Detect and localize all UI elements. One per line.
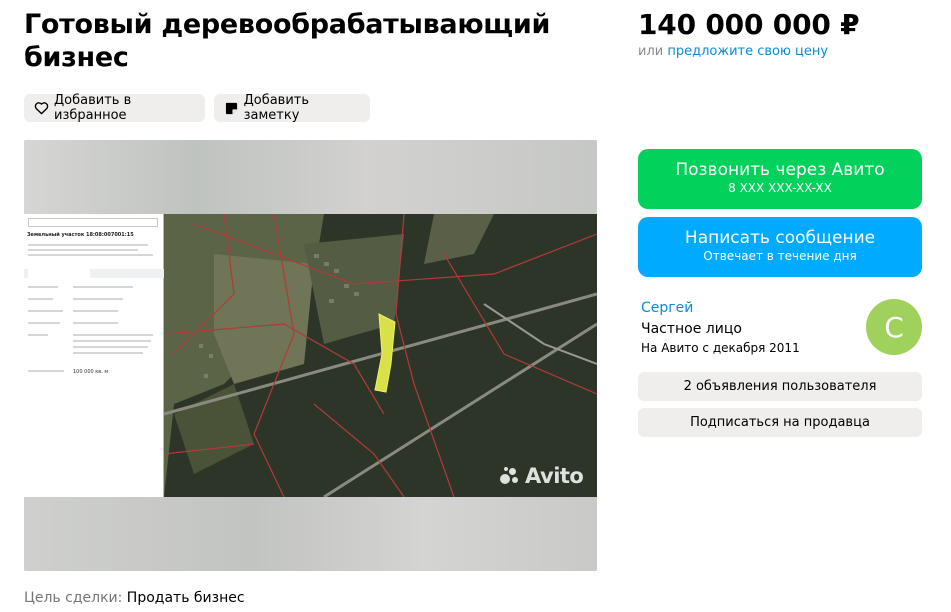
seller-type: Частное лицо <box>641 321 742 337</box>
avito-logo-icon <box>500 467 522 485</box>
message-button-title: Написать сообщение <box>684 228 876 248</box>
price: 140 000 000 ₽ <box>638 8 860 41</box>
photo-blur-top <box>24 140 597 214</box>
add-note-button[interactable]: Добавить заметку <box>214 93 370 123</box>
photo-blur-bottom <box>24 497 597 571</box>
cadastral-tabs <box>24 269 164 278</box>
call-button[interactable]: Позвонить через Авито 8 XXX XXX-XX-XX <box>638 149 922 209</box>
seller-since: На Авито с декабря 2011 <box>641 341 800 355</box>
cadastral-area-value: 100 000 кв. м <box>73 369 109 375</box>
listing-photo[interactable]: Земельный участок 18:08:007001:15 100 00… <box>24 140 597 571</box>
seller-listings-button[interactable]: 2 объявления пользователя <box>638 372 922 401</box>
call-button-phone: 8 XXX XXX-XX-XX <box>728 181 832 195</box>
message-button-subtitle: Отвечает в течение дня <box>703 249 857 263</box>
deal-purpose-value: Продать бизнес <box>126 590 245 606</box>
seller-avatar[interactable]: С <box>866 299 922 355</box>
add-to-favorites-label: Добавить в избранное <box>54 93 132 123</box>
avito-watermark: Avito <box>500 464 584 488</box>
note-icon <box>224 100 239 116</box>
avito-watermark-text: Avito <box>525 464 584 488</box>
deal-purpose: Цель сделки: Продать бизнес <box>24 590 245 606</box>
deal-purpose-label: Цель сделки: <box>24 590 123 606</box>
listing-title: Готовый деревообрабатывающий бизнес <box>24 9 551 73</box>
add-to-favorites-button[interactable]: Добавить в избранное <box>24 93 205 123</box>
cadastral-search-box <box>28 218 158 227</box>
message-button[interactable]: Написать сообщение Отвечает в течение дн… <box>638 217 922 277</box>
cadastral-map-image: Земельный участок 18:08:007001:15 100 00… <box>24 214 597 497</box>
offer-prefix: или <box>638 44 664 59</box>
cadastral-info-panel: Земельный участок 18:08:007001:15 100 00… <box>24 214 164 497</box>
seller-name-link[interactable]: Сергей <box>641 300 693 316</box>
add-note-label: Добавить заметку <box>243 93 310 123</box>
heart-icon <box>34 100 49 116</box>
subscribe-seller-button[interactable]: Подписаться на продавца <box>638 408 922 437</box>
cadastral-panel-heading: Земельный участок 18:08:007001:15 <box>27 232 134 238</box>
call-button-title: Позвонить через Авито <box>675 160 885 180</box>
offer-price-line: или предложите свою цену <box>638 44 828 59</box>
offer-price-link[interactable]: предложите свою цену <box>667 44 828 59</box>
